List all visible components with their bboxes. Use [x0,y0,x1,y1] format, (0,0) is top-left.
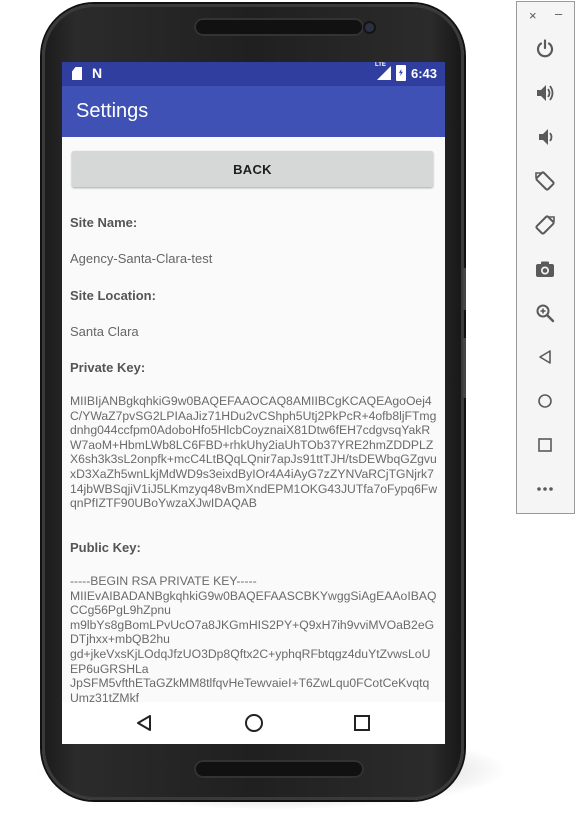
n-icon: N [92,65,103,81]
recents-square-icon[interactable] [354,715,370,731]
home-circle-icon[interactable] [245,714,263,732]
back-button[interactable]: BACK [72,151,433,187]
zoom-icon[interactable] [533,301,557,325]
site-location-label: Site Location: [70,288,156,303]
camera-icon[interactable] [533,257,557,281]
settings-content[interactable]: BACK Site Name: Agency-Santa-Clara-test … [62,137,445,702]
status-bar: N LTE 6:43 [62,62,445,86]
volume-up-icon[interactable] [533,81,557,105]
bottom-speaker [194,760,364,778]
private-key-value: MIIBIjANBgkqhkiG9w0BAQEFAAOCAQ8AMIIBCgKC… [70,394,438,511]
page-title: Settings [76,100,149,122]
home-icon[interactable] [533,389,557,413]
status-right-icons: LTE 6:43 [375,62,437,81]
overview-icon[interactable] [533,433,557,457]
status-time: 6:43 [410,65,437,81]
site-name-value: Agency-Santa-Clara-test [70,251,213,266]
navigation-bar [62,702,445,744]
device-screen: N LTE 6:43 Settings BACK Site Name: Agen… [62,62,445,744]
back-triangle-icon[interactable] [137,715,151,731]
private-key-label: Private Key: [70,360,146,375]
side-button-lower [463,338,466,398]
rotate-right-icon[interactable] [533,213,557,237]
emulator-toolbar: × – [516,1,575,514]
public-key-label: Public Key: [70,540,141,555]
back-icon[interactable] [533,345,557,369]
top-speaker [194,18,364,36]
close-icon[interactable]: × [529,8,537,23]
lte-signal-icon: LTE [375,62,391,80]
network-label: LTE [374,62,386,68]
minimize-icon[interactable]: – [555,6,562,21]
front-camera [365,23,374,32]
more-icon[interactable] [533,477,557,501]
side-button-upper [463,268,466,310]
rotate-left-icon[interactable] [533,169,557,193]
status-left-icons: N [72,66,102,81]
site-name-label: Site Name: [70,215,138,230]
sim-icon [72,67,82,80]
site-location-value: Santa Clara [70,324,139,339]
public-key-value: -----BEGIN RSA PRIVATE KEY----- MIIEvAIB… [70,574,437,702]
power-icon[interactable] [533,37,557,61]
app-bar: Settings [62,86,445,137]
volume-down-icon[interactable] [533,125,557,149]
battery-charging-icon [395,65,406,81]
